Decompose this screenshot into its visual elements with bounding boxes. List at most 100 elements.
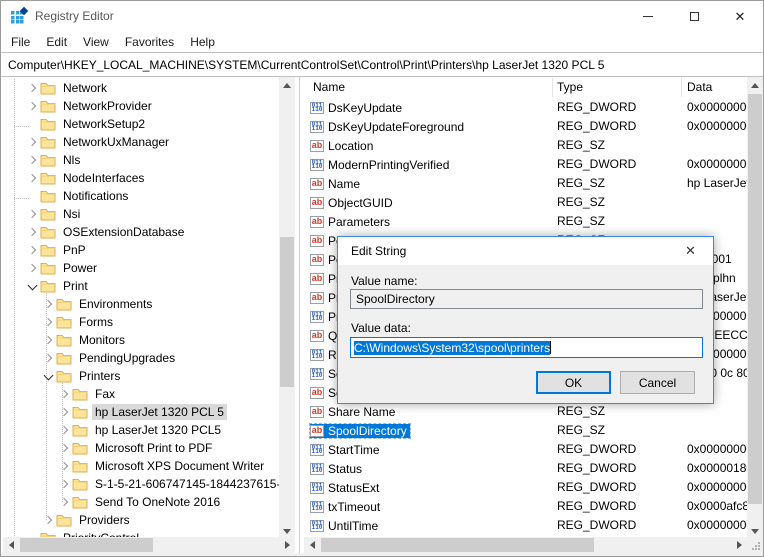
chevron-right-icon[interactable] <box>58 423 72 437</box>
column-separator[interactable] <box>552 78 553 97</box>
value-row[interactable]: 011110txTimeoutREG_DWORD0x0000afc8 (4500… <box>304 497 747 516</box>
value-data-field[interactable]: C:\Windows\System32\spool\printers <box>350 337 703 358</box>
tree-item[interactable]: Network <box>3 79 279 97</box>
chevron-right-icon[interactable] <box>26 135 40 149</box>
tree-item[interactable]: Environments <box>3 295 279 313</box>
value-row[interactable]: abParametersREG_SZ <box>304 212 747 231</box>
chevron-right-icon[interactable] <box>42 351 56 365</box>
chevron-right-icon[interactable] <box>26 261 40 275</box>
chevron-right-icon[interactable] <box>58 477 72 491</box>
chevron-right-icon[interactable] <box>42 513 56 527</box>
reg-sz-icon: ab <box>310 292 324 304</box>
tree-item[interactable]: Nsi <box>3 205 279 223</box>
value-row[interactable]: 011110ModernPrintingVerifiedREG_DWORD0x0… <box>304 155 747 174</box>
tree-item[interactable]: OSExtensionDatabase <box>3 223 279 241</box>
tree-item[interactable]: S-1-5-21-606747145-1844237615-180 <box>3 475 279 493</box>
scroll-right-button[interactable] <box>731 537 747 553</box>
tree-item[interactable]: NetworkSetup2 <box>3 115 279 133</box>
value-row[interactable]: abNameREG_SZhp LaserJet 1320 PCL 5 <box>304 174 747 193</box>
chevron-right-icon[interactable] <box>58 387 72 401</box>
tree-item[interactable]: Fax <box>3 385 279 403</box>
tree-item[interactable]: Monitors <box>3 331 279 349</box>
chevron-right-icon[interactable] <box>26 171 40 185</box>
tree-item[interactable]: Send To OneNote 2016 <box>3 493 279 511</box>
tree-item[interactable]: hp LaserJet 1320 PCL 5 <box>3 403 279 421</box>
value-row[interactable]: abObjectGUIDREG_SZ <box>304 193 747 212</box>
chevron-right-icon[interactable] <box>26 225 40 239</box>
tree-item[interactable]: PendingUpgrades <box>3 349 279 367</box>
cancel-button[interactable]: Cancel <box>620 371 695 394</box>
chevron-right-icon[interactable] <box>26 99 40 113</box>
tree-item[interactable]: Microsoft XPS Document Writer <box>3 457 279 475</box>
chevron-right-icon[interactable] <box>58 495 72 509</box>
scrollbar-thumb[interactable] <box>748 94 762 504</box>
tree-item[interactable]: PriorityControl <box>3 529 279 537</box>
chevron-down-icon[interactable] <box>26 279 40 293</box>
pane-splitter[interactable] <box>299 77 300 553</box>
scrollbar-thumb[interactable] <box>20 538 153 552</box>
column-header-type[interactable]: Type <box>557 80 583 94</box>
tree-item[interactable]: Printers <box>3 367 279 385</box>
chevron-right-icon[interactable] <box>42 333 56 347</box>
scrollbar-thumb[interactable] <box>321 538 594 552</box>
column-header-data[interactable]: Data <box>687 80 712 94</box>
value-row[interactable]: 011110StatusExtREG_DWORD0x00000000 (0) <box>304 478 747 497</box>
list-vertical-scrollbar[interactable] <box>747 77 763 539</box>
value-row[interactable]: 011110StartTimeREG_DWORD0x00000000 (0) <box>304 440 747 459</box>
value-row[interactable]: 011110StatusREG_DWORD0x00000180 (384) <box>304 459 747 478</box>
chevron-right-icon[interactable] <box>26 81 40 95</box>
tree-horizontal-scrollbar[interactable] <box>3 537 295 553</box>
tree-item[interactable]: Print <box>3 277 279 295</box>
chevron-right-icon[interactable] <box>42 315 56 329</box>
scroll-right-button[interactable] <box>279 537 295 553</box>
value-row[interactable]: abSpoolDirectoryREG_SZ <box>304 421 747 440</box>
minimize-button[interactable] <box>625 1 671 31</box>
tree-vertical-scrollbar[interactable] <box>279 77 295 539</box>
tree-item[interactable]: Notifications <box>3 187 279 205</box>
tree-item[interactable]: hp LaserJet 1320 PCL5 <box>3 421 279 439</box>
menu-edit[interactable]: Edit <box>38 33 75 51</box>
chevron-right-icon[interactable] <box>26 153 40 167</box>
scroll-left-button[interactable] <box>304 537 320 553</box>
tree-item[interactable]: NetworkUxManager <box>3 133 279 151</box>
resize-grip-icon[interactable] <box>752 542 760 550</box>
ok-button[interactable]: OK <box>536 371 611 394</box>
tree-item[interactable]: Nls <box>3 151 279 169</box>
menu-help[interactable]: Help <box>182 33 223 51</box>
tree-item[interactable]: NetworkProvider <box>3 97 279 115</box>
chevron-down-icon[interactable] <box>42 369 56 383</box>
folder-icon <box>56 370 72 383</box>
scroll-up-button[interactable] <box>279 77 295 93</box>
tree-item[interactable]: Providers <box>3 511 279 529</box>
dialog-title-bar: Edit String <box>338 237 713 265</box>
tree-item[interactable]: Microsoft Print to PDF <box>3 439 279 457</box>
list-horizontal-scrollbar[interactable] <box>304 537 747 553</box>
column-header-name[interactable]: Name <box>313 80 345 94</box>
chevron-right-icon[interactable] <box>58 441 72 455</box>
maximize-button[interactable] <box>671 1 717 31</box>
value-row[interactable]: 011110UntilTimeREG_DWORD0x00000000 (0) <box>304 516 747 535</box>
tree-item[interactable]: Power <box>3 259 279 277</box>
address-bar[interactable]: Computer\HKEY_LOCAL_MACHINE\SYSTEM\Curre… <box>1 52 763 77</box>
chevron-right-icon[interactable] <box>42 297 56 311</box>
dialog-close-button[interactable]: ✕ <box>668 237 713 265</box>
value-row[interactable]: 011110DsKeyUpdateForegroundREG_DWORD0x00… <box>304 117 747 136</box>
scroll-left-button[interactable] <box>3 537 19 553</box>
value-row[interactable]: abLocationREG_SZ <box>304 136 747 155</box>
close-button[interactable]: ✕ <box>717 1 763 31</box>
chevron-right-icon[interactable] <box>58 405 72 419</box>
chevron-right-icon[interactable] <box>58 459 72 473</box>
value-row[interactable]: 011110DsKeyUpdateREG_DWORD0x00000000 (0) <box>304 98 747 117</box>
chevron-right-icon[interactable] <box>26 207 40 221</box>
menu-view[interactable]: View <box>75 33 117 51</box>
scrollbar-thumb[interactable] <box>280 237 294 387</box>
tree-item[interactable]: NodeInterfaces <box>3 169 279 187</box>
menu-favorites[interactable]: Favorites <box>117 33 182 51</box>
value-row[interactable]: abShare NameREG_SZ <box>304 402 747 421</box>
chevron-right-icon[interactable] <box>26 243 40 257</box>
tree-item[interactable]: Forms <box>3 313 279 331</box>
menu-file[interactable]: File <box>3 33 38 51</box>
column-separator[interactable] <box>681 78 682 97</box>
tree-item[interactable]: PnP <box>3 241 279 259</box>
scroll-up-button[interactable] <box>747 77 763 93</box>
